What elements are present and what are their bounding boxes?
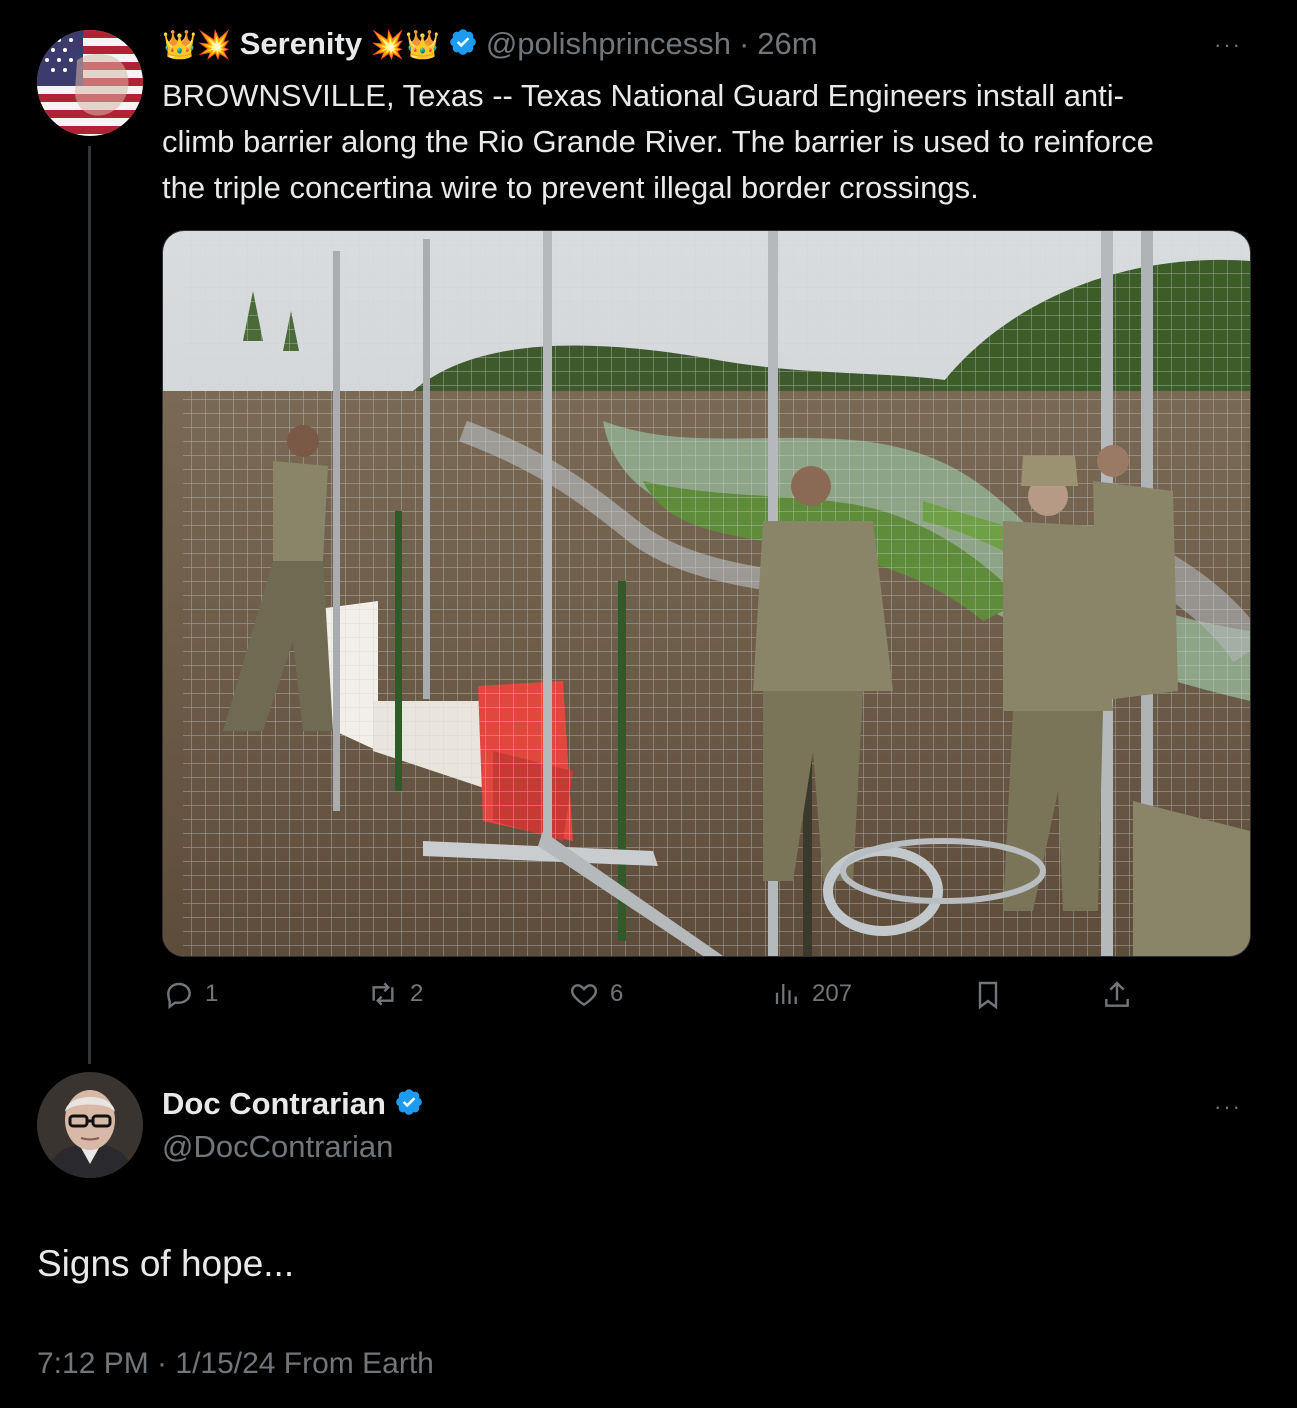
- tweet-text-line: BROWNSVILLE, Texas -- Texas National Gua…: [162, 78, 1124, 113]
- serenity-avatar[interactable]: [37, 30, 143, 136]
- tweet-text-line: the triple concertina wire to prevent il…: [162, 170, 979, 205]
- reply-more-options-icon[interactable]: ···: [1214, 1094, 1242, 1120]
- tweet-media-photo[interactable]: [162, 230, 1251, 957]
- tweet-more-options-icon[interactable]: ···: [1214, 32, 1242, 58]
- elderly-man-avatar-icon: [37, 1072, 143, 1178]
- time-ago[interactable]: 26m: [757, 26, 817, 62]
- name-emoji-left: 👑💥: [162, 28, 232, 60]
- reply-button[interactable]: 1: [163, 978, 218, 1010]
- bookmark-button[interactable]: [972, 978, 1004, 1012]
- reply-verified-badge-icon: [394, 1087, 424, 1122]
- name-emoji-right: 💥👑: [370, 28, 440, 60]
- heart-icon: [571, 984, 597, 1007]
- like-button[interactable]: 6: [568, 978, 623, 1010]
- share-icon: [1105, 981, 1129, 1007]
- views-count: 207: [812, 980, 853, 1007]
- bookmark-icon: [978, 981, 998, 1010]
- doc-contrarian-avatar[interactable]: [37, 1072, 143, 1178]
- repost-icon: [372, 982, 394, 1006]
- views-chart-icon: [775, 984, 797, 1004]
- author-handle[interactable]: @polishprincessh: [486, 26, 731, 62]
- reply-icon: [167, 982, 191, 1010]
- repost-button[interactable]: 2: [366, 978, 423, 1010]
- tweet-header: 👑💥 Serenity 💥👑 @polishprincessh · 26m: [162, 26, 818, 62]
- us-flag-avatar-icon: [37, 30, 143, 136]
- views-button[interactable]: 207: [772, 978, 852, 1010]
- verified-badge-icon: [448, 27, 478, 62]
- like-count: 6: [610, 980, 624, 1007]
- thread-connector-line: [88, 146, 91, 1064]
- timestamp-separator: ·: [738, 26, 750, 61]
- author-display-name[interactable]: Serenity: [240, 26, 362, 62]
- reply-text: Signs of hope...: [37, 1243, 295, 1284]
- repost-count: 2: [410, 980, 424, 1007]
- share-button[interactable]: [1101, 978, 1133, 1012]
- reply-count: 1: [205, 980, 219, 1007]
- reply-author-display-name[interactable]: Doc Contrarian: [162, 1086, 386, 1122]
- border-fence-photo-icon: [163, 231, 1250, 956]
- reply-timestamp[interactable]: 7:12 PM · 1/15/24 From Earth: [37, 1347, 434, 1381]
- reply-author-handle[interactable]: @DocContrarian: [162, 1129, 393, 1165]
- tweet-text: BROWNSVILLE, Texas -- Texas National Gua…: [162, 73, 1262, 211]
- reply-header: Doc Contrarian: [162, 1086, 424, 1122]
- tweet-text-line: climb barrier along the Rio Grande River…: [162, 124, 1154, 159]
